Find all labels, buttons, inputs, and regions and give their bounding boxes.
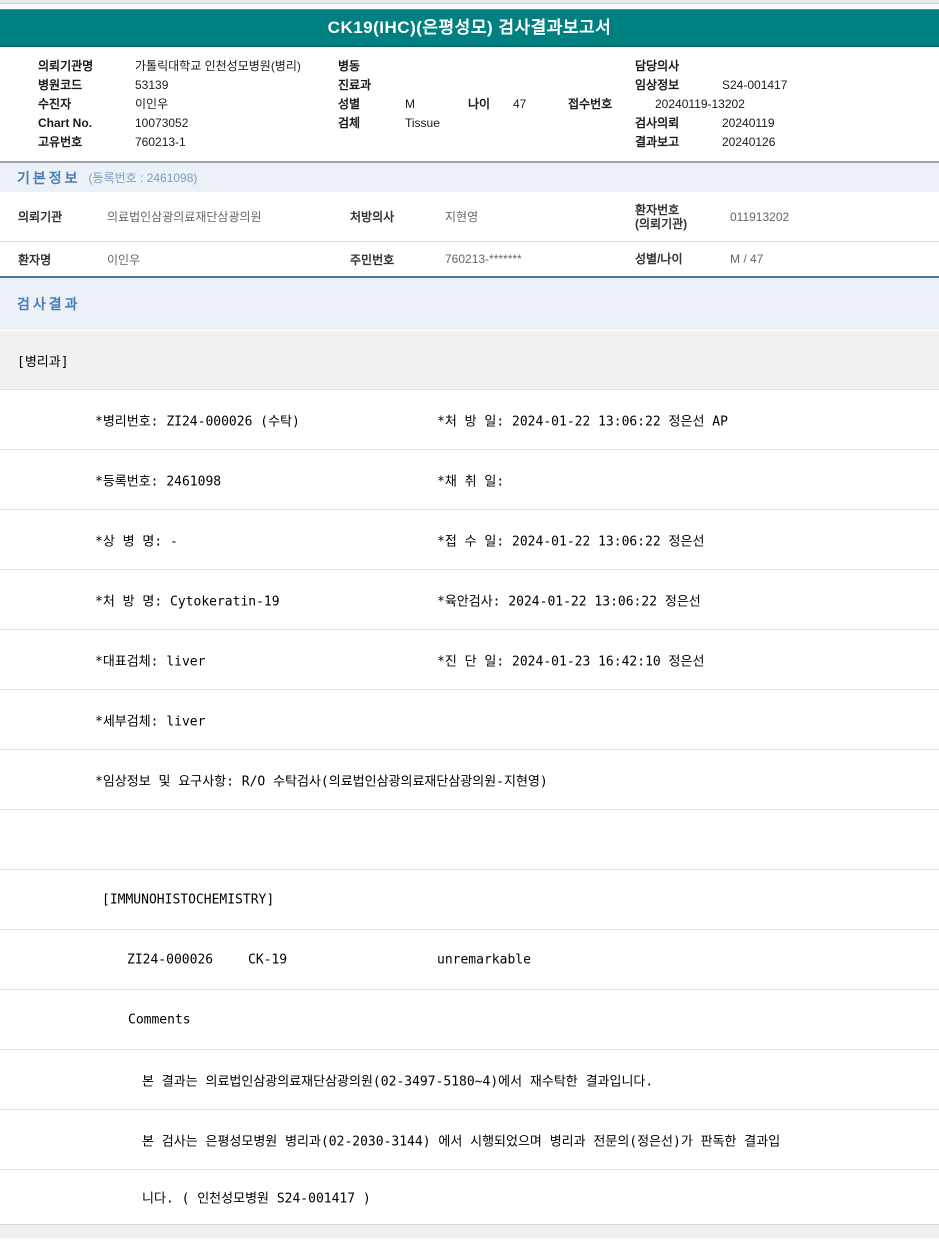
empty-row xyxy=(0,809,939,869)
cell-value: 이인우 xyxy=(107,251,350,268)
cell-label: 성별/나이 xyxy=(635,252,730,266)
table-row: 환자명 이인우 주민번호 760213-******* 성별/나이 M / 47 xyxy=(0,242,939,276)
ihc-header-row: [IMMUNOHISTOCHEMISTRY] xyxy=(0,869,939,929)
cell-value: 011913202 xyxy=(730,210,789,224)
basic-info-table: 의뢰기관 의료법인삼광의료재단삼광의원 처방의사 지현영 환자번호 (의뢰기관)… xyxy=(0,192,939,276)
report-title: CK19(IHC)(은평성모) 검사결과보고서 xyxy=(0,9,939,47)
field-value: 760213-1 xyxy=(135,135,338,149)
result-detail-row: *대표검체: liver *진 단 일: 2024-01-23 16:42:10… xyxy=(0,629,939,689)
field-value: 가톨릭대학교 인천성모병원(병리) xyxy=(135,57,338,74)
comments-label: Comments xyxy=(128,1012,191,1027)
ihc-header-label: [IMMUNOHISTOCHEMISTRY] xyxy=(102,892,274,907)
field-label: 검사의뢰 xyxy=(635,114,722,131)
detail-right: *진 단 일: 2024-01-23 16:42:10 정은선 xyxy=(437,650,704,669)
field-label: 병원코드 xyxy=(38,76,135,93)
section-title: 기본정보 xyxy=(17,168,81,188)
cell-label: 의뢰기관 xyxy=(18,208,107,225)
field-label: 검체 xyxy=(338,114,405,131)
field-label: 임상정보 xyxy=(635,76,722,93)
ihc-test-result: unremarkable xyxy=(437,952,531,967)
comment-row: 니다. ( 인천성모병원 S24-001417 ) xyxy=(0,1169,939,1224)
detail-right: *접 수 일: 2024-01-22 13:06:22 정은선 xyxy=(437,530,704,549)
detail-left: *처 방 명: Cytokeratin-19 xyxy=(95,590,280,609)
department-row: [병리과] xyxy=(0,330,939,389)
cell-value: 지현영 xyxy=(445,208,635,225)
field-label: 담당의사 xyxy=(635,57,722,74)
detail-left: *세부검체: liver xyxy=(95,710,205,729)
detail-left: *대표검체: liver xyxy=(95,650,205,669)
results-section-header: 검사결과 xyxy=(0,276,939,330)
cell-label-line2: (의뢰기관) xyxy=(635,217,687,231)
detail-left: *상 병 명: - xyxy=(95,530,178,549)
table-row: 의뢰기관 의료법인삼광의료재단삼광의원 처방의사 지현영 환자번호 (의뢰기관)… xyxy=(0,192,939,242)
field-value: 47 xyxy=(513,97,568,111)
patient-header-row: 의뢰기관명 가톨릭대학교 인천성모병원(병리) 병동 담당의사 xyxy=(0,56,939,75)
result-detail-row: *병리번호: ZI24-000026 (수탁) *처 방 일: 2024-01-… xyxy=(0,389,939,449)
field-value: S24-001417 xyxy=(722,78,787,92)
detail-left: *등록번호: 2461098 xyxy=(95,470,221,489)
ihc-test-name: CK-19 xyxy=(248,952,287,967)
cell-label-line1: 환자번호 xyxy=(635,203,679,217)
detail-right: *처 방 일: 2024-01-22 13:06:22 정은선 AP xyxy=(437,410,728,429)
field-label: 진료과 xyxy=(338,76,405,93)
comments-header-row: Comments xyxy=(0,989,939,1049)
field-label: 의뢰기관명 xyxy=(38,57,135,74)
detail-left: *임상정보 및 요구사항: R/O 수탁검사(의료법인삼광의료재단삼광의원-지현… xyxy=(95,770,548,789)
field-value: 53139 xyxy=(135,78,338,92)
result-detail-row: *세부검체: liver xyxy=(0,689,939,749)
detail-left: *병리번호: ZI24-000026 (수탁) xyxy=(95,410,300,429)
comment-row: 본 검사는 은평성모병원 병리과(02-2030-3144) 에서 시행되었으며… xyxy=(0,1109,939,1169)
field-label: 결과보고 xyxy=(635,133,722,150)
field-value: 20240119 xyxy=(722,116,775,130)
patient-header-block: 의뢰기관명 가톨릭대학교 인천성모병원(병리) 병동 담당의사 병원코드 531… xyxy=(0,47,939,161)
patient-header-row: 병원코드 53139 진료과 임상정보 S24-001417 xyxy=(0,75,939,94)
patient-header-row: 수진자 이인우 성별 M 나이 47 접수번호 20240119-13202 xyxy=(0,94,939,113)
ihc-result-row: ZI24-000026 CK-19 unremarkable xyxy=(0,929,939,989)
field-value: 10073052 xyxy=(135,116,338,130)
cell-value: M / 47 xyxy=(730,252,763,266)
result-detail-row: *상 병 명: - *접 수 일: 2024-01-22 13:06:22 정은… xyxy=(0,509,939,569)
field-value: 이인우 xyxy=(135,95,338,112)
field-label: Chart No. xyxy=(38,116,135,130)
ihc-specimen-no: ZI24-000026 xyxy=(127,952,213,967)
field-value: 20240126 xyxy=(722,135,775,149)
field-label: 수진자 xyxy=(38,95,135,112)
field-value: 20240119-13202 xyxy=(655,97,745,111)
field-label: 병동 xyxy=(338,57,405,74)
cell-label: 환자명 xyxy=(18,251,107,268)
patient-header-row: Chart No. 10073052 검체 Tissue 검사의뢰 202401… xyxy=(0,113,939,132)
field-label: 접수번호 xyxy=(568,95,655,112)
report-page: CK19(IHC)(은평성모) 검사결과보고서 의뢰기관명 가톨릭대학교 인천성… xyxy=(0,0,939,1238)
result-detail-row: *등록번호: 2461098 *채 취 일: xyxy=(0,449,939,509)
result-detail-row: *임상정보 및 요구사항: R/O 수탁검사(의료법인삼광의료재단삼광의원-지현… xyxy=(0,749,939,809)
result-detail-row: *처 방 명: Cytokeratin-19 *육안검사: 2024-01-22… xyxy=(0,569,939,629)
cell-value: 760213-******* xyxy=(445,252,635,266)
comment-line: 본 결과는 의료법인삼광의료재단삼광의원(02-3497-5180~4)에서 재… xyxy=(142,1070,653,1089)
comment-line: 본 검사는 은평성모병원 병리과(02-2030-3144) 에서 시행되었으며… xyxy=(142,1130,780,1149)
patient-header-row: 고유번호 760213-1 결과보고 20240126 xyxy=(0,132,939,151)
cell-label: 환자번호 (의뢰기관) xyxy=(635,203,730,231)
basic-info-section-header: 기본정보 (등록번호 : 2461098) xyxy=(0,161,939,192)
section-title: 검사결과 xyxy=(17,294,81,314)
field-label: 고유번호 xyxy=(38,133,135,150)
comment-row: 본 결과는 의료법인삼광의료재단삼광의원(02-3497-5180~4)에서 재… xyxy=(0,1049,939,1109)
department-label: [병리과] xyxy=(17,351,69,370)
detail-right: *채 취 일: xyxy=(437,470,504,489)
cell-value: 의료법인삼광의료재단삼광의원 xyxy=(107,208,350,225)
field-value: Tissue xyxy=(405,116,635,130)
cell-label: 주민번호 xyxy=(350,251,445,268)
field-label: 나이 xyxy=(468,95,513,112)
comment-line: 니다. ( 인천성모병원 S24-001417 ) xyxy=(142,1188,371,1207)
field-value: M xyxy=(405,97,468,111)
footer-strip xyxy=(0,1224,939,1238)
field-label: 성별 xyxy=(338,95,405,112)
detail-right: *육안검사: 2024-01-22 13:06:22 정은선 xyxy=(437,590,701,609)
cell-label: 처방의사 xyxy=(350,208,445,225)
section-subtitle: (등록번호 : 2461098) xyxy=(89,169,198,186)
